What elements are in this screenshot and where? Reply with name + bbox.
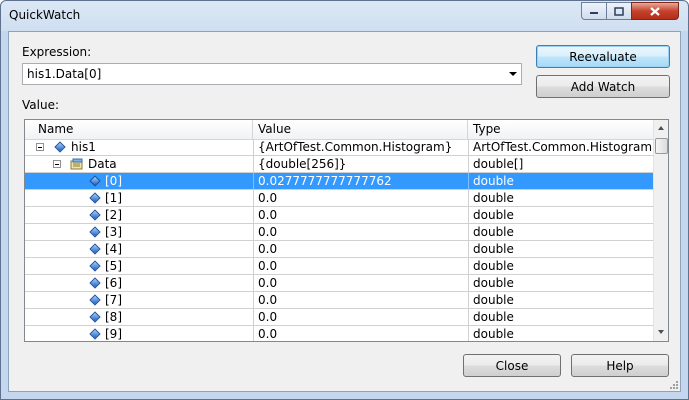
table-row[interactable]: [2] 0.0 double	[25, 207, 653, 224]
row-type: double	[473, 310, 514, 324]
collapse-toggle-icon[interactable]	[53, 160, 61, 168]
row-value[interactable]: 0.0	[258, 258, 277, 274]
column-header-type[interactable]: Type	[468, 120, 653, 139]
row-type: double	[473, 174, 514, 188]
add-watch-button[interactable]: Add Watch	[536, 75, 670, 98]
row-value[interactable]: 0.0	[258, 275, 277, 291]
table-row[interactable]: Data {double[256]} double[]	[25, 156, 653, 173]
row-name: Data	[88, 157, 117, 171]
table-row[interactable]: [8] 0.0 double	[25, 309, 653, 326]
field-icon	[54, 141, 66, 153]
field-icon	[89, 311, 101, 323]
scrollbar-thumb[interactable]	[655, 138, 668, 154]
field-icon	[89, 277, 101, 289]
table-row[interactable]: [6] 0.0 double	[25, 275, 653, 292]
field-icon	[89, 260, 101, 272]
table-row[interactable]: his1 {ArtOfTest.Common.Histogram} ArtOfT…	[25, 139, 653, 156]
field-icon	[89, 328, 101, 340]
table-row[interactable]: [7] 0.0 double	[25, 292, 653, 309]
row-type: double	[473, 242, 514, 256]
row-name: [0]	[105, 174, 122, 188]
row-value[interactable]: 0.0	[258, 207, 277, 223]
vertical-scrollbar[interactable]	[653, 120, 668, 341]
row-type: double	[473, 225, 514, 239]
expression-input[interactable]: his1.Data[0]	[27, 67, 101, 81]
dropdown-arrow-icon[interactable]	[509, 72, 517, 76]
property-icon	[70, 158, 83, 170]
scroll-down-icon[interactable]	[658, 330, 664, 334]
row-name: [3]	[105, 225, 122, 239]
table-row[interactable]: [1] 0.0 double	[25, 190, 653, 207]
window-title: QuickWatch	[9, 8, 81, 22]
expression-label: Expression:	[22, 45, 92, 59]
row-name: [8]	[105, 310, 122, 324]
row-value[interactable]: {double[256]}	[258, 156, 346, 172]
row-value[interactable]: 0.0	[258, 292, 277, 308]
row-value[interactable]: 0.0	[258, 326, 277, 341]
reevaluate-button[interactable]: Reevaluate	[536, 45, 670, 68]
row-value[interactable]: 0.0	[258, 241, 277, 257]
help-button[interactable]: Help	[571, 354, 669, 377]
row-name: [6]	[105, 276, 122, 290]
value-label: Value:	[22, 98, 59, 112]
close-window-button[interactable]	[631, 2, 679, 20]
watch-grid[interactable]: Name Value Type his1 {ArtOfTest.Common.H…	[24, 119, 669, 342]
field-icon	[89, 209, 101, 221]
scroll-up-icon[interactable]	[658, 126, 664, 130]
close-button[interactable]: Close	[463, 354, 561, 377]
row-name: his1	[71, 140, 96, 154]
table-row-selected[interactable]: [0] 0.0277777777777762 double	[25, 173, 653, 190]
row-name: [9]	[105, 327, 122, 341]
field-icon	[89, 175, 101, 187]
close-icon	[650, 6, 660, 16]
grid-rows: his1 {ArtOfTest.Common.Histogram} ArtOfT…	[25, 139, 653, 341]
dialog-body: Expression: his1.Data[0] Reevaluate Add …	[8, 31, 681, 392]
maximize-icon	[614, 6, 624, 16]
resize-grip-icon[interactable]	[669, 380, 679, 390]
row-name: [2]	[105, 208, 122, 222]
grid-header: Name Value Type	[25, 120, 653, 140]
expression-combobox[interactable]: his1.Data[0]	[22, 63, 522, 85]
row-name: [1]	[105, 191, 122, 205]
table-row[interactable]: [4] 0.0 double	[25, 241, 653, 258]
row-name: [4]	[105, 242, 122, 256]
row-value[interactable]: {ArtOfTest.Common.Histogram}	[258, 139, 452, 155]
field-icon	[89, 294, 101, 306]
minimize-icon	[590, 12, 598, 14]
field-icon	[89, 192, 101, 204]
table-row[interactable]: [5] 0.0 double	[25, 258, 653, 275]
row-type: double	[473, 276, 514, 290]
row-type: double	[473, 208, 514, 222]
row-value[interactable]: 0.0	[258, 224, 277, 240]
minimize-button[interactable]	[581, 2, 607, 20]
row-type: double	[473, 191, 514, 205]
table-row[interactable]: [9] 0.0 double	[25, 326, 653, 341]
row-type: double	[473, 327, 514, 341]
column-header-name[interactable]: Name	[25, 120, 253, 139]
row-value[interactable]: 0.0277777777777762	[258, 173, 392, 189]
row-name: [7]	[105, 293, 122, 307]
row-value[interactable]: 0.0	[258, 190, 277, 206]
field-icon	[89, 243, 101, 255]
table-row[interactable]: [3] 0.0 double	[25, 224, 653, 241]
row-type: ArtOfTest.Common.Histogram	[473, 140, 653, 154]
quickwatch-window: QuickWatch Expression: his1.Data[0] Reev…	[0, 0, 689, 400]
row-value[interactable]: 0.0	[258, 309, 277, 325]
field-icon	[89, 226, 101, 238]
row-type: double	[473, 259, 514, 273]
row-type: double	[473, 293, 514, 307]
collapse-toggle-icon[interactable]	[36, 143, 44, 151]
title-bar[interactable]: QuickWatch	[1, 1, 688, 31]
column-header-value[interactable]: Value	[253, 120, 468, 139]
row-type: double[]	[473, 157, 524, 171]
row-name: [5]	[105, 259, 122, 273]
maximize-button[interactable]	[606, 2, 632, 20]
